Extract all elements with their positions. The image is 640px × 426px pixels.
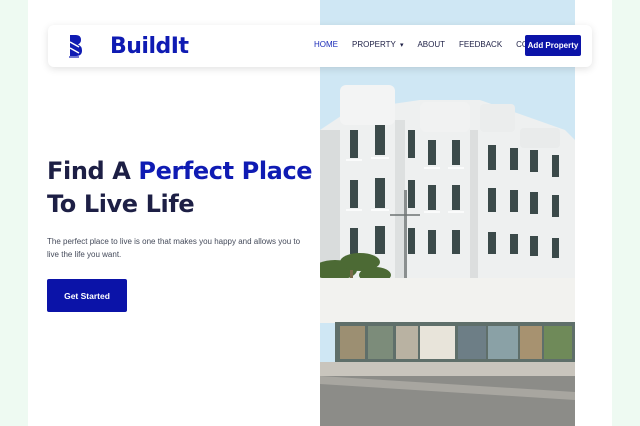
chevron-down-icon: ▾ [399,42,404,49]
hero-title-part1: Find A [47,157,139,185]
brand-name: BuildIt [110,33,189,59]
hero-title-part2: To Live Life [47,190,195,218]
hero-title-highlight: Perfect Place [138,157,313,185]
buildit-logo-icon [69,35,82,58]
nav-link-about[interactable]: ABOUT [417,40,445,49]
nav-link-home[interactable]: HOME [314,40,338,49]
nav-link-feedback[interactable]: FEEDBACK [459,40,502,49]
navbar: BuildIt HOME PROPERTY ▾ ABOUT FEEDBACK C… [48,25,592,67]
nav-link-property[interactable]: PROPERTY ▾ [352,40,403,49]
hero-description: The perfect place to live is one that ma… [47,237,301,259]
add-property-button[interactable]: Add Property [525,35,581,56]
brand-logo[interactable]: BuildIt [68,33,189,59]
hero-title: Find A Perfect Place To Live Life [47,155,317,221]
page-container: BuildIt HOME PROPERTY ▾ ABOUT FEEDBACK C… [28,0,612,426]
get-started-button[interactable]: Get Started [47,279,127,312]
nav-link-property-label: PROPERTY [352,40,396,49]
